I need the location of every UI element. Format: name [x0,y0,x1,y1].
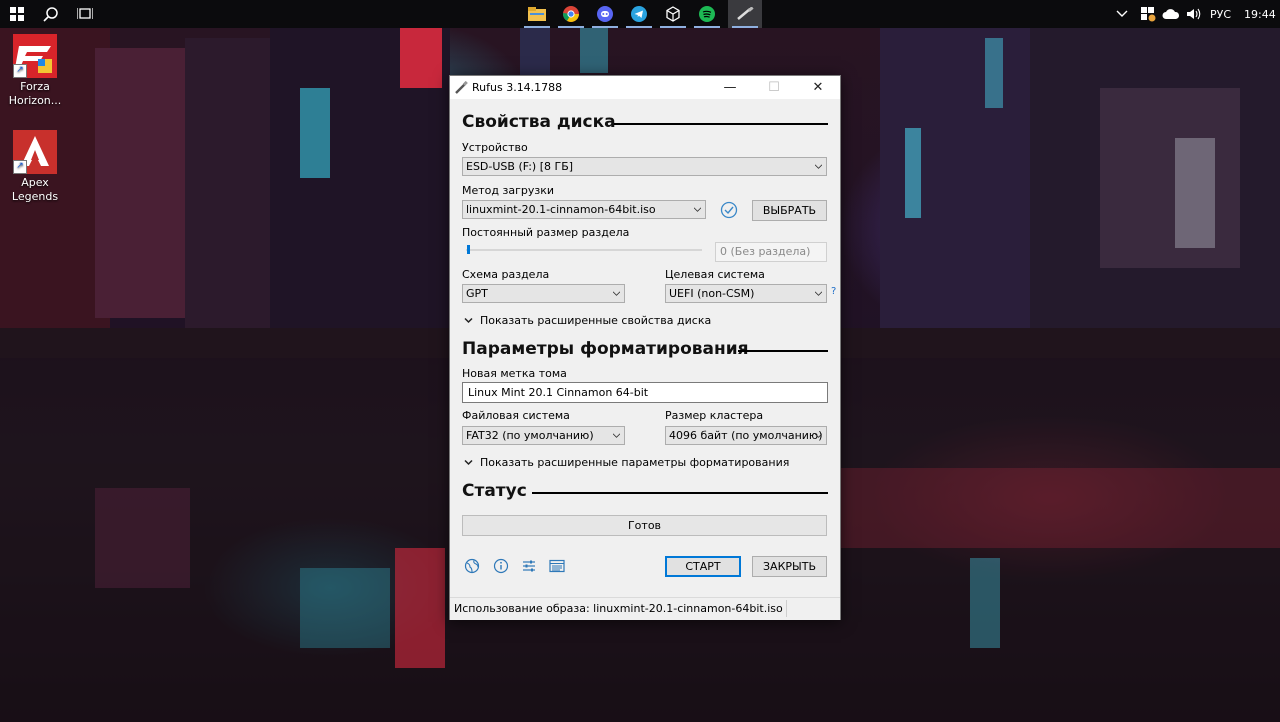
volume-label-label: Новая метка тома [462,367,567,380]
target-system-label: Целевая система [665,268,765,281]
status-bar-separator [786,600,787,617]
settings-sliders-icon[interactable] [521,558,537,574]
log-icon[interactable] [549,558,565,574]
partition-scheme-select[interactable]: GPT [462,284,625,303]
chevron-down-icon [613,291,620,296]
status-bar-text: Использование образа: linuxmint-20.1-cin… [454,602,783,615]
window-title: Rufus 3.14.1788 [472,81,563,94]
windows-update-icon[interactable] [1140,0,1156,28]
target-system-value: UEFI (non-CSM) [669,287,755,300]
search-icon[interactable] [38,0,64,28]
advanced-drive-toggle-label: Показать расширенные свойства диска [480,314,712,327]
desktop-icon-apex[interactable]: ↗ Apex Legends [0,130,70,204]
section-divider [738,350,828,352]
status-progress-bar: Готов [462,515,827,536]
device-select[interactable]: ESD-USB (F:) [8 ГБ] [462,157,827,176]
drive-properties-heading: Свойства диска [462,112,616,132]
globe-icon[interactable] [464,558,480,574]
chevron-down-icon [815,164,822,169]
rufus-icon[interactable] [728,0,762,28]
tray-overflow-chevron[interactable] [1116,0,1128,28]
persistent-size-input: 0 (Без раздела) [715,242,827,262]
section-divider [614,123,828,125]
file-explorer-icon[interactable] [520,0,554,28]
file-system-value: FAT32 (по умолчанию) [466,429,594,442]
shortcut-arrow-icon: ↗ [13,64,27,78]
forza-horizon-icon: ↗ [13,34,57,78]
show-advanced-drive-properties[interactable]: Показать расширенные свойства диска [464,314,711,327]
rufus-app-icon [455,81,468,94]
partition-scheme-value: GPT [466,287,488,300]
volume-label-input[interactable]: Linux Mint 20.1 Cinnamon 64-bit [462,382,828,403]
app-cube-icon[interactable] [656,0,690,28]
maximize-button[interactable]: ☐ [752,76,796,99]
persistent-size-slider-track[interactable] [466,249,702,251]
status-heading: Статус [462,481,527,501]
advanced-format-toggle-label: Показать расширенные параметры форматиро… [480,456,790,469]
title-bar[interactable]: Rufus 3.14.1788 — ☐ ✕ [450,76,840,99]
desktop-icon-forza[interactable]: ↗ Forza Horizon... [0,34,70,108]
desktop-icon-label: Apex Legends [11,176,59,203]
minimize-button[interactable]: — [708,76,752,99]
spotify-icon[interactable] [690,0,724,28]
boot-selection-select[interactable]: linuxmint-20.1-cinnamon-64bit.iso [462,200,706,219]
info-icon[interactable] [493,558,509,574]
section-divider [532,492,828,494]
telegram-icon[interactable] [622,0,656,28]
file-system-label: Файловая система [462,409,570,422]
chevron-down-icon [613,433,620,438]
chevron-down-icon [815,291,822,296]
device-value: ESD-USB (F:) [8 ГБ] [466,160,574,173]
discord-icon[interactable] [588,0,622,28]
persistent-size-label: Постоянный размер раздела [462,226,630,239]
persistent-size-slider-thumb[interactable] [467,245,470,254]
cluster-size-label: Размер кластера [665,409,764,422]
close-window-button[interactable]: ✕ [796,76,840,99]
chevron-down-icon [464,317,473,324]
status-bar: Использование образа: linuxmint-20.1-cin… [450,597,840,620]
close-button[interactable]: ЗАКРЫТЬ [752,556,827,577]
boot-selection-label: Метод загрузки [462,184,555,197]
desktop-icon-label: Forza Horizon... [8,80,62,107]
chevron-down-icon [464,459,473,466]
target-system-select[interactable]: UEFI (non-CSM) [665,284,827,303]
task-view-icon[interactable] [72,0,98,28]
rufus-window: Rufus 3.14.1788 — ☐ ✕ Свойства диска Уст… [449,75,841,620]
select-image-button[interactable]: ВЫБРАТЬ [752,200,827,221]
language-indicator[interactable]: РУС [1210,0,1231,28]
partition-scheme-label: Схема раздела [462,268,550,281]
windows-start-icon[interactable] [4,0,30,28]
onedrive-cloud-icon[interactable] [1162,0,1180,28]
cluster-size-value: 4096 байт (по умолчанию) [669,429,823,442]
chrome-icon[interactable] [554,0,588,28]
verify-check-icon[interactable] [720,201,738,219]
start-button[interactable]: СТАРТ [665,556,741,577]
show-advanced-format-options[interactable]: Показать расширенные параметры форматиро… [464,456,789,469]
boot-selection-value: linuxmint-20.1-cinnamon-64bit.iso [466,203,656,216]
chevron-down-icon [694,207,701,212]
taskbar: РУС 19:44 [0,0,1280,28]
apex-legends-icon: ↗ [13,130,57,174]
shortcut-arrow-icon: ↗ [13,160,27,174]
volume-icon[interactable] [1186,0,1204,28]
chevron-down-icon [815,433,822,438]
clock[interactable]: 19:44 [1244,0,1276,28]
target-system-help-link[interactable]: ? [831,286,836,297]
device-label: Устройство [462,141,528,154]
file-system-select[interactable]: FAT32 (по умолчанию) [462,426,625,445]
cluster-size-select[interactable]: 4096 байт (по умолчанию) [665,426,827,445]
format-options-heading: Параметры форматирования [462,339,749,359]
